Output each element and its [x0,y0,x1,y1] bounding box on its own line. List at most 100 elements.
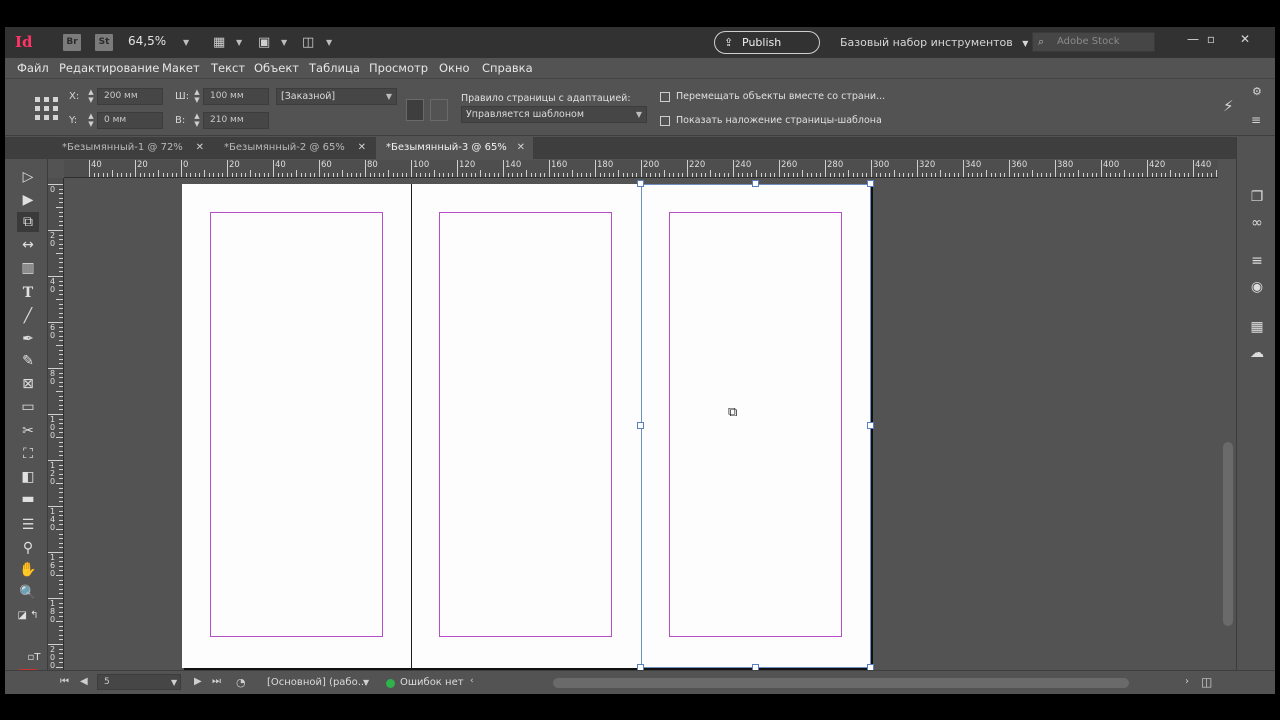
reference-point-icon[interactable] [35,97,59,121]
menu-layout[interactable]: Макет [162,61,200,75]
vertical-scroll-thumb[interactable] [1223,442,1233,626]
menu-type[interactable]: Текст [211,61,245,75]
menu-edit[interactable]: Редактирование [59,61,159,75]
line-tool-icon[interactable]: ╱ [17,306,39,326]
layers-panel-icon[interactable]: ▦ [1247,317,1267,337]
vertical-ruler[interactable]: 0 20 40 60 80 100 120 140 160 180 200 [48,178,64,670]
document-canvas[interactable]: ⧉ [64,178,1218,671]
scroll-right-icon[interactable]: › [1185,676,1189,687]
gradient-feather-icon[interactable]: ▬ [17,489,39,509]
content-collector-icon[interactable]: ▥ [17,258,39,278]
height-stepper[interactable]: ▲ ▼ [191,112,203,129]
selection-handle[interactable] [867,422,874,429]
menu-help[interactable]: Справка [482,61,533,75]
menu-object[interactable]: Объект [254,61,299,75]
last-page-icon[interactable]: ⏭ [212,676,221,687]
format-container-icon[interactable]: ▫T [23,648,45,668]
selection-arrow-icon[interactable]: ▷ [17,167,39,187]
screen-mode-icon[interactable]: ▣ [258,35,270,50]
gradient-swatch-icon[interactable]: ◧ [17,467,39,487]
type-tool-icon[interactable]: T [17,283,39,303]
tab-untitled-2[interactable]: *Безымянный-2 @ 65% ✕ [214,137,374,159]
first-page-icon[interactable]: ⏮ [60,676,69,687]
page-size-preset[interactable]: [Заказной] ▼ [276,88,397,105]
free-transform-icon[interactable]: ⛶ [17,444,39,464]
landscape-orientation-button[interactable] [430,99,448,121]
zoom-dropdown-icon[interactable]: ▼ [183,38,189,47]
publish-online-button[interactable]: ⇪ Publish Online [714,31,820,70]
menu-table[interactable]: Таблица [309,61,360,75]
close-icon[interactable]: ✕ [517,137,525,159]
links-panel-icon[interactable]: ∞ [1247,213,1267,233]
cc-libraries-icon[interactable]: ☁ [1247,343,1267,363]
panel-menu-icon[interactable]: ≡ [1251,113,1261,127]
width-field[interactable]: 100 мм [203,88,269,105]
horizontal-scroll-thumb[interactable] [553,678,1129,688]
page-center[interactable] [412,184,641,668]
page-tool-icon[interactable]: ⧉ [17,212,39,232]
adobe-stock-search[interactable]: ⌕ Adobe Stock [1032,32,1155,52]
pages-panel-icon[interactable]: ❐ [1247,187,1267,207]
preflight-status[interactable]: Ошибок нет [400,677,464,688]
arrange-dropdown-icon[interactable]: ▼ [326,38,332,47]
y-stepper[interactable]: ▲ ▼ [85,112,97,129]
tab-untitled-3[interactable]: *Безымянный-3 @ 65% ✕ [376,137,533,159]
liquid-rule-select[interactable]: Управляется шаблоном ▼ [461,106,647,123]
gap-tool-icon[interactable]: ↔ [17,235,39,255]
selection-handle[interactable] [637,422,644,429]
bridge-button[interactable]: Br [63,34,81,51]
close-icon[interactable]: ✕ [1235,32,1255,46]
view-options-dropdown-icon[interactable]: ▼ [236,38,242,47]
eyedropper-icon[interactable]: ⚲ [17,538,39,558]
vertical-scrollbar[interactable] [1220,178,1236,670]
swatches-panel-icon[interactable]: ◉ [1247,277,1267,297]
page-left[interactable] [182,184,412,668]
gear-icon[interactable]: ⚙ [1252,85,1262,98]
show-master-checkbox[interactable] [660,116,670,126]
tab-untitled-1[interactable]: *Безымянный-1 @ 72% ✕ [52,137,212,159]
pencil-tool-icon[interactable]: ✎ [17,351,39,371]
rectangle-tool-icon[interactable]: ▭ [17,397,39,417]
direct-selection-icon[interactable]: ▶ [17,190,39,210]
menu-file[interactable]: Файл [17,61,49,75]
next-page-icon[interactable]: ▶ [194,676,202,687]
pen-tool-icon[interactable]: ✒ [17,329,39,349]
selection-handle[interactable] [867,180,874,187]
move-objects-checkbox[interactable] [660,92,670,102]
y-field[interactable]: 0 мм [97,112,163,129]
open-document-icon[interactable]: ◔ [236,676,246,689]
page-selection-frame[interactable] [641,184,871,668]
chevron-down-icon[interactable]: ‹ [470,676,474,686]
split-window-icon[interactable]: ◫ [1201,675,1212,689]
menu-view[interactable]: Просмотр [369,61,428,75]
quick-actions-icon[interactable]: ⚡ [1223,97,1234,115]
selection-handle[interactable] [752,180,759,187]
minimize-icon[interactable]: — [1183,32,1203,46]
arrange-documents-icon[interactable]: ◫ [302,35,314,50]
page-number-field[interactable]: 5 [97,674,181,690]
maximize-icon[interactable]: ▫ [1201,32,1221,46]
scissors-icon[interactable]: ✂ [17,421,39,441]
selection-handle[interactable] [637,180,644,187]
view-options-icon[interactable]: ▦ [213,35,225,50]
screen-mode-dropdown-icon[interactable]: ▼ [281,38,287,47]
x-field[interactable]: 200 мм [97,88,163,105]
stock-app-button[interactable]: St [95,34,113,51]
zoom-level[interactable]: 64,5% [128,34,166,48]
hand-tool-icon[interactable]: ✋ [17,560,39,580]
note-tool-icon[interactable]: ☰ [17,515,39,535]
x-stepper[interactable]: ▲ ▼ [85,88,97,105]
height-field[interactable]: 210 мм [203,112,269,129]
width-stepper[interactable]: ▲ ▼ [191,88,203,105]
previous-page-icon[interactable]: ◀ [80,676,88,687]
swap-fill-stroke-icon[interactable]: ◪ ↰ [17,606,39,626]
chevron-down-icon[interactable]: ▼ [363,678,369,687]
rectangle-frame-icon[interactable]: ⊠ [17,374,39,394]
close-icon[interactable]: ✕ [358,137,366,159]
chevron-down-icon[interactable]: ▼ [171,678,177,687]
portrait-orientation-button[interactable] [406,99,424,121]
workspace-switcher[interactable]: Базовый набор инструментов ▼ [840,36,1028,49]
menu-window[interactable]: Окно [439,61,470,75]
master-status[interactable]: [Основной] (рабо... [267,677,367,688]
horizontal-ruler[interactable]: 40 20 0 20 40 60 80 100 120 140 160 180 200 220 240 260… [64,160,1218,178]
